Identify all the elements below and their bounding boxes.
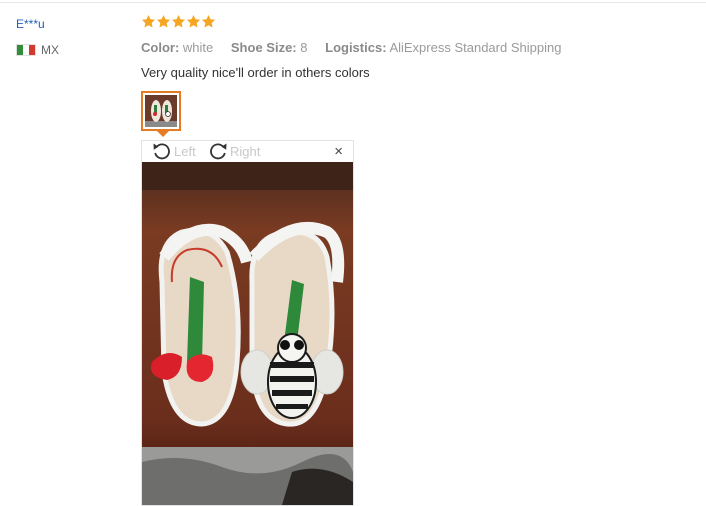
star-icon [171,14,186,28]
logistics-info: Logistics: AliExpress Standard Shipping [325,40,562,55]
star-icon [141,14,156,28]
color-info: Color: white [141,40,214,55]
divider [0,2,706,3]
review-photo-thumbnail[interactable] [141,91,181,131]
reviewer-name[interactable]: E***u [16,17,45,31]
rotate-right-label: Right [230,143,261,159]
mexico-flag-icon [16,44,36,56]
rotate-left-label: Left [174,143,196,159]
review-photo [142,162,353,505]
shoe-size-info: Shoe Size: 8 [230,40,308,55]
sandal-thumbnail-image [145,95,177,127]
order-info: Color: white Shoe Size: 8 Logistics: Ali… [141,40,575,55]
photo-viewer: Left Right × [141,140,354,506]
country-code: MX [41,43,59,57]
reviewer-country: MX [16,43,59,57]
rotate-left-button[interactable]: Left [152,142,196,160]
rotate-right-button[interactable]: Right [208,142,260,160]
thumbnail-pointer [157,131,169,137]
viewer-toolbar: Left Right × [142,141,353,162]
star-rating [141,14,216,29]
star-icon [156,14,171,28]
rotate-right-icon [210,143,227,160]
review-comment: Very quality nice'll order in others col… [141,65,370,80]
star-icon [201,14,216,28]
close-icon[interactable]: × [334,143,343,161]
star-icon [186,14,201,28]
rotate-left-icon [153,143,170,160]
